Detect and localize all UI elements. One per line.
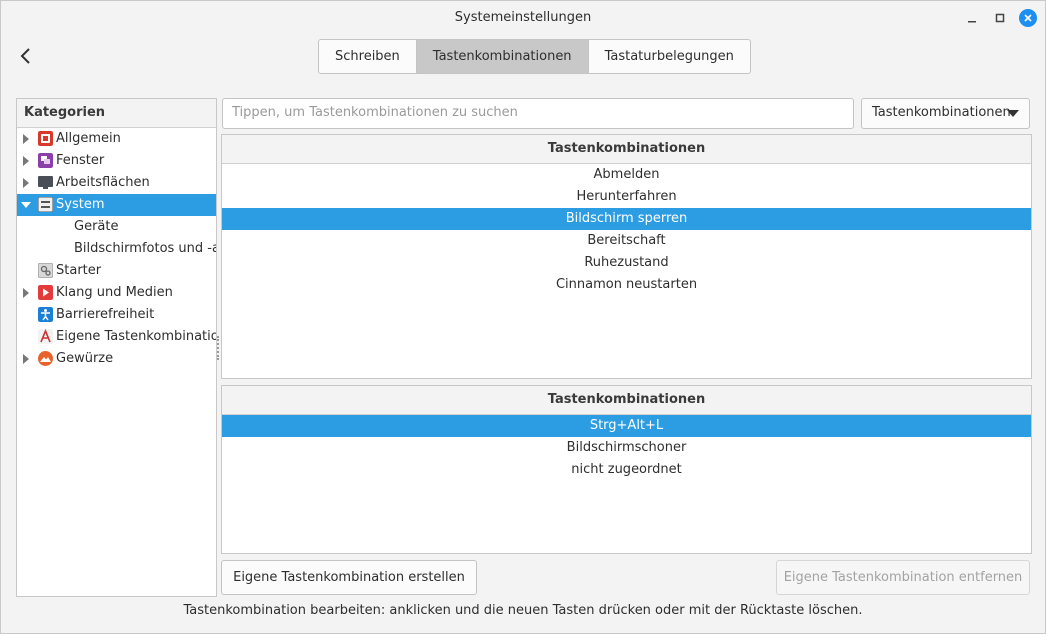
expander-collapsed-icon[interactable] (23, 178, 29, 188)
minimize-button[interactable] (963, 9, 981, 27)
category-arbeitsflaechen[interactable]: Arbeitsflächen (17, 172, 216, 194)
titlebar: Systemeinstellungen (1, 1, 1045, 35)
windows-icon (38, 153, 53, 168)
close-button[interactable] (1019, 9, 1037, 27)
shortcut-row-ruhezustand[interactable]: Ruhezustand (222, 252, 1031, 274)
category-label: Fenster (56, 153, 105, 168)
filter-dropdown[interactable]: Tastenkombinationen (861, 98, 1030, 129)
expander-collapsed-icon[interactable] (23, 134, 29, 144)
remove-custom-shortcut-button[interactable]: Eigene Tastenkombination entfernen (776, 560, 1030, 595)
accessibility-icon (38, 307, 53, 322)
spices-icon (38, 351, 53, 366)
binding-row-1[interactable]: Strg+Alt+L (222, 415, 1031, 437)
general-icon (38, 131, 53, 146)
launcher-icon (38, 263, 53, 278)
category-label: Gewürze (56, 351, 114, 366)
tab-bar: Schreiben Tastenkombinationen Tastaturbe… (318, 39, 751, 74)
tab-tastenkombinationen[interactable]: Tastenkombinationen (416, 40, 589, 73)
minimize-icon (968, 21, 976, 23)
workspaces-icon (38, 176, 53, 189)
binding-list: Tastenkombinationen Strg+Alt+L Bildschir… (221, 385, 1032, 554)
window-title: Systemeinstellungen (454, 10, 592, 25)
category-starter[interactable]: Starter (17, 260, 216, 282)
maximize-button[interactable] (991, 9, 1009, 27)
expander-collapsed-icon[interactable] (23, 354, 29, 364)
category-allgemein[interactable]: Allgemein (17, 128, 216, 150)
close-icon (1024, 14, 1032, 22)
dropdown-arrow-icon (1007, 110, 1019, 117)
expander-collapsed-icon[interactable] (23, 156, 29, 166)
shortcut-row-cinnamon-neustarten[interactable]: Cinnamon neustarten (222, 274, 1031, 296)
category-barrierefreiheit[interactable]: Barrierefreiheit (17, 304, 216, 326)
create-custom-shortcut-button[interactable]: Eigene Tastenkombination erstellen (221, 560, 477, 595)
settings-window: Systemeinstellungen Schreiben Tastenkomb… (0, 0, 1046, 634)
help-text: Tastenkombination bearbeiten: anklicken … (183, 603, 863, 618)
shortcut-row-bereitschaft[interactable]: Bereitschaft (222, 230, 1031, 252)
category-geraete[interactable]: Geräte (17, 216, 216, 238)
binding-list-header[interactable]: Tastenkombinationen (222, 386, 1031, 415)
categories-panel: Kategorien Allgemein Fenster Arbeitsfläc… (16, 98, 217, 597)
categories-header: Kategorien (17, 99, 216, 128)
shortcut-list-header[interactable]: Tastenkombinationen (222, 135, 1031, 164)
category-label: Geräte (74, 219, 119, 234)
binding-row-3[interactable]: nicht zugeordnet (222, 459, 1031, 481)
category-label: Barrierefreiheit (56, 307, 155, 322)
shortcut-row-bildschirm-sperren[interactable]: Bildschirm sperren (222, 208, 1031, 230)
category-klang-und-medien[interactable]: Klang und Medien (17, 282, 216, 304)
category-bildschirmfotos[interactable]: Bildschirmfotos und -au (17, 238, 216, 260)
expander-collapsed-icon[interactable] (23, 288, 29, 298)
category-system[interactable]: System (17, 194, 216, 216)
category-label: Bildschirmfotos und -au (74, 241, 216, 256)
back-button[interactable] (15, 45, 37, 67)
category-label: System (56, 197, 105, 212)
binding-row-2[interactable]: Bildschirmschoner (222, 437, 1031, 459)
category-label: Arbeitsflächen (56, 175, 150, 190)
media-icon (38, 285, 53, 300)
category-label: Starter (56, 263, 102, 278)
category-label: Allgemein (56, 131, 121, 146)
custom-shortcut-icon (38, 329, 53, 344)
category-label: Klang und Medien (56, 285, 173, 300)
chevron-left-icon (20, 48, 30, 64)
expander-expanded-icon[interactable] (21, 202, 31, 208)
category-gewuerze[interactable]: Gewürze (17, 348, 216, 370)
search-field[interactable] (222, 98, 854, 129)
tab-schreiben[interactable]: Schreiben (319, 40, 417, 73)
shortcut-row-herunterfahren[interactable]: Herunterfahren (222, 186, 1031, 208)
shortcut-row-abmelden[interactable]: Abmelden (222, 164, 1031, 186)
search-input[interactable] (223, 99, 851, 126)
category-label: Eigene Tastenkombination (56, 329, 216, 344)
category-fenster[interactable]: Fenster (17, 150, 216, 172)
shortcut-list: Tastenkombinationen Abmelden Herunterfah… (221, 134, 1032, 379)
filter-dropdown-value: Tastenkombinationen (872, 105, 1011, 120)
system-icon (38, 197, 53, 212)
category-eigene-tastenkombination[interactable]: Eigene Tastenkombination (17, 326, 216, 348)
tab-tastaturbelegungen[interactable]: Tastaturbelegungen (589, 40, 750, 73)
maximize-icon (995, 13, 1005, 23)
